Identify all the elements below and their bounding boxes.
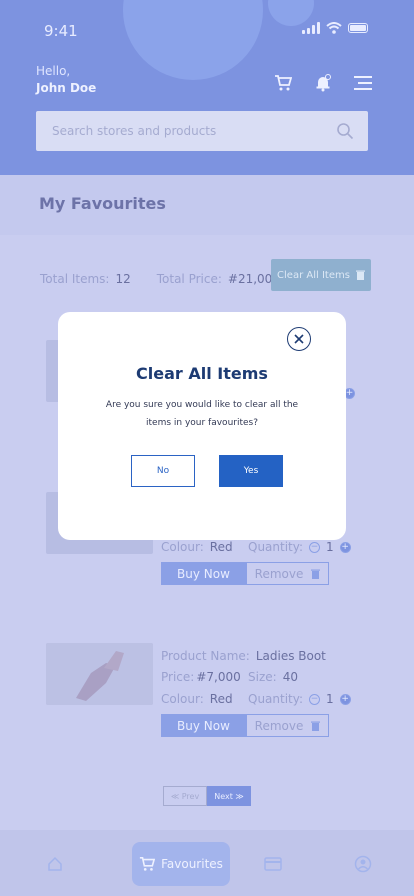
no-button[interactable]: No xyxy=(131,455,195,487)
yes-button[interactable]: Yes xyxy=(219,455,283,487)
clear-items-dialog: Clear All Items Are you sure you would l… xyxy=(58,312,346,540)
modal-overlay: Clear All Items Are you sure you would l… xyxy=(0,0,414,896)
close-icon xyxy=(294,334,304,344)
close-dialog-button[interactable] xyxy=(287,327,311,351)
dialog-title: Clear All Items xyxy=(136,364,268,383)
dialog-message: Are you sure you would like to clear all… xyxy=(105,400,299,428)
